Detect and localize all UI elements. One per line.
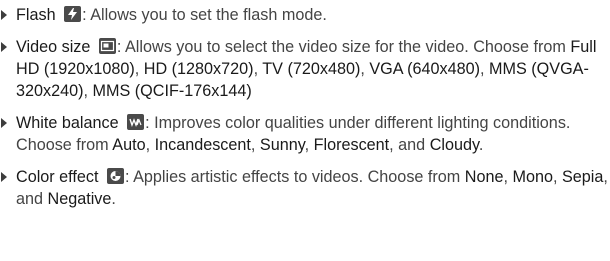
term-white-balance: White balance (16, 114, 119, 132)
list-item-color-effect: Color effect : Applies artistic effects … (0, 166, 610, 210)
option-mms-qcif: MMS (QCIF-176x144) (92, 82, 252, 100)
list-item-flash: Flash : Allows you to set the flash mode… (0, 4, 610, 26)
list-item-video-size: Video size : Allows you to select the vi… (0, 36, 610, 102)
separator-and: , and (389, 136, 430, 154)
bullet-icon (1, 10, 7, 20)
option-cloudy: Cloudy (429, 136, 479, 154)
option-auto: Auto (112, 136, 146, 154)
list-item-white-balance: White balance : Improves color qualities… (0, 112, 610, 156)
flash-bolt-icon (64, 6, 82, 22)
separator-comma: , (360, 60, 370, 78)
separator-comma: , (553, 168, 562, 186)
white-balance-icon (127, 114, 145, 130)
term-flash: Flash (16, 6, 56, 24)
sentence-end: . (478, 136, 484, 154)
term-color-effect: Color effect (16, 168, 99, 186)
option-vga: VGA (640x480) (369, 60, 481, 78)
desc-video-size: Allows you to select the video size for … (121, 38, 571, 56)
separator-comma: , (250, 136, 260, 154)
separator-comma: , (503, 168, 513, 186)
separator-and: and (16, 190, 48, 208)
color-effect-icon (106, 168, 124, 184)
bullet-icon (1, 42, 7, 52)
option-sunny: Sunny (259, 136, 305, 154)
option-incandescent: Incandescent (154, 136, 251, 154)
document-body: Flash : Allows you to set the flash mode… (0, 0, 610, 210)
separator-comma: , (134, 60, 144, 78)
separator-comma: , (145, 136, 155, 154)
option-tv: TV (720x480) (262, 60, 361, 78)
desc-flash: Allows you to set the flash mode. (86, 6, 327, 24)
option-negative: Negative (47, 190, 112, 208)
video-size-icon (98, 38, 116, 54)
bullet-icon (1, 172, 7, 182)
separator-comma: , (603, 168, 608, 186)
option-none: None (464, 168, 504, 186)
sentence-end: . (111, 190, 116, 208)
desc-color-effect: Applies artistic effects to videos. Choo… (129, 168, 465, 186)
option-sepia: Sepia (562, 168, 604, 186)
option-mono: Mono (512, 168, 554, 186)
option-hd: HD (1280x720) (143, 60, 254, 78)
separator-comma: , (253, 60, 263, 78)
separator-comma: , (83, 82, 93, 100)
term-video-size: Video size (16, 38, 91, 56)
bullet-icon (1, 118, 7, 128)
separator-comma: , (480, 60, 490, 78)
separator-comma: , (304, 136, 314, 154)
option-florescent: Florescent (313, 136, 390, 154)
